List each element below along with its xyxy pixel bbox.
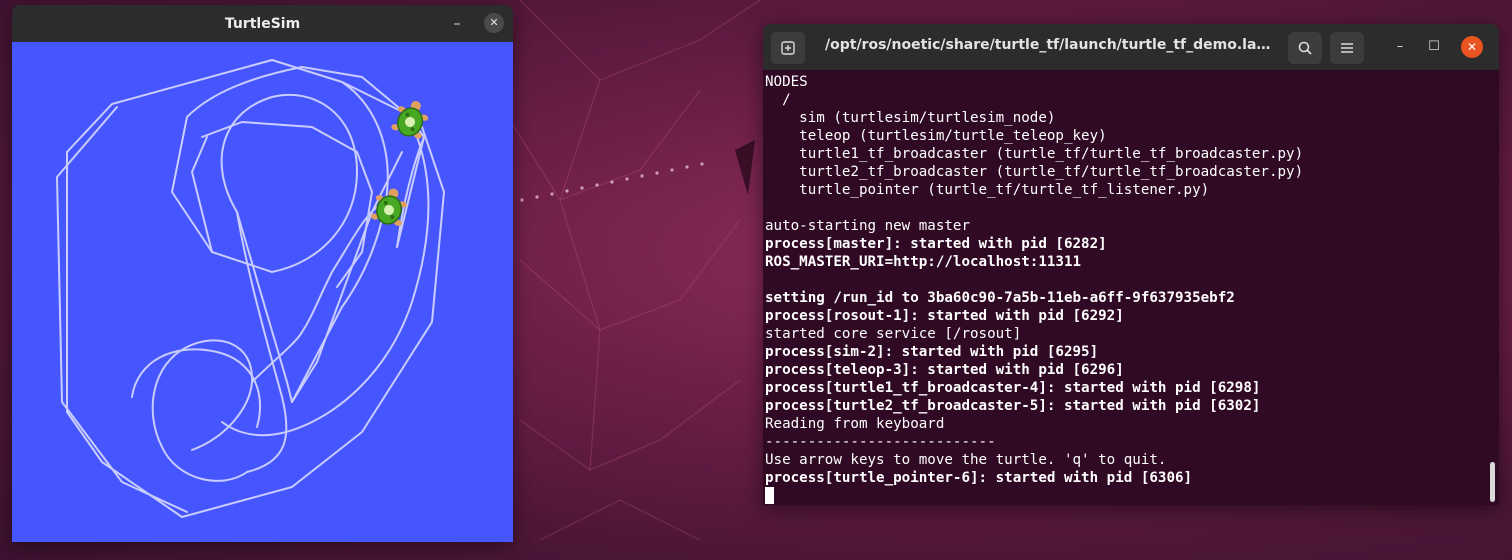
hamburger-menu-icon [1341,43,1353,53]
terminal-line: teleop (turtlesim/turtle_teleop_key) [765,128,1107,144]
search-icon [1298,41,1312,55]
turtlesim-canvas [12,42,513,542]
terminal-line: process[turtle2_tf_broadcaster-5]: start… [765,398,1261,414]
new-tab-button[interactable] [771,32,805,64]
search-button[interactable] [1288,32,1322,64]
terminal-line: --------------------------- [765,434,996,450]
terminal-line: turtle2_tf_broadcaster (turtle_tf/turtle… [765,164,1304,180]
terminal-scrollbar[interactable] [1490,462,1495,502]
turtle-trails [56,59,445,518]
terminal-line: Use arrow keys to move the turtle. 'q' t… [765,452,1167,468]
turtlesim-window[interactable]: TurtleSim – ✕ [12,5,513,542]
terminal-line: ROS_MASTER_URI=http://localhost:11311 [765,254,1082,270]
terminal-line: auto-starting new master [765,218,970,234]
menu-button[interactable] [1330,32,1364,64]
terminal-line: sim (turtlesim/turtlesim_node) [765,110,1056,126]
terminal-prompt-line[interactable] [765,487,1485,505]
terminal-line: setting /run_id to 3ba60c90-7a5b-11eb-a6… [765,290,1235,306]
terminal-line: process[master]: started with pid [6282] [765,236,1107,252]
new-tab-icon [781,41,795,55]
turtle1-icon [391,101,429,139]
terminal-line: process[sim-2]: started with pid [6295] [765,344,1099,360]
maximize-button[interactable]: ☐ [1424,37,1444,57]
text-cursor [765,487,774,504]
terminal-line: / [765,92,791,108]
minimize-button[interactable]: – [447,14,467,34]
terminal-line: turtle_pointer (turtle_tf/turtle_tf_list… [765,182,1210,198]
close-button[interactable]: ✕ [484,13,504,33]
terminal-output[interactable]: NODES / sim (turtlesim/turtlesim_node) t… [765,73,1485,505]
terminal-window[interactable]: /opt/ros/noetic/share/turtle_tf/launch/t… [763,24,1499,505]
turtlesim-titlebar[interactable]: TurtleSim – ✕ [12,5,513,43]
terminal-headerbar[interactable]: /opt/ros/noetic/share/turtle_tf/launch/t… [763,24,1499,70]
turtlesim-window-title: TurtleSim [224,15,301,32]
terminal-line: Reading from keyboard [765,416,945,432]
terminal-line: started core service [/rosout] [765,326,1022,342]
minimize-button[interactable]: – [1390,37,1410,57]
terminal-window-title: /opt/ros/noetic/share/turtle_tf/launch/t… [825,37,1271,53]
close-button[interactable]: ✕ [1461,36,1483,58]
terminal-line: process[rosout-1]: started with pid [629… [765,308,1124,324]
terminal-line: NODES [765,74,808,90]
terminal-line: process[turtle_pointer-6]: started with … [765,470,1193,486]
terminal-line: turtle1_tf_broadcaster (turtle_tf/turtle… [765,146,1304,162]
terminal-line: process[turtle1_tf_broadcaster-4]: start… [765,380,1261,396]
terminal-line: process[teleop-3]: started with pid [629… [765,362,1124,378]
